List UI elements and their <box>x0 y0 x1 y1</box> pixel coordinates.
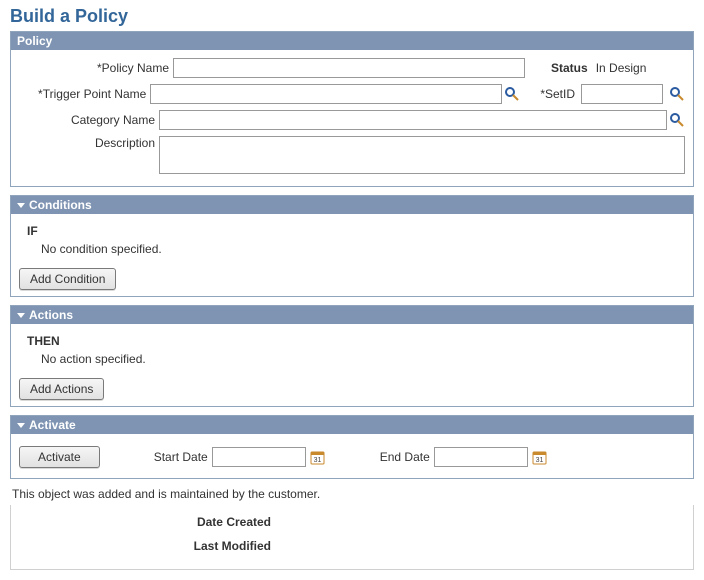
section-activate: Activate Activate Start Date 31 End Date… <box>10 415 694 479</box>
lookup-icon[interactable] <box>504 86 520 102</box>
footnote-text: This object was added and is maintained … <box>12 487 694 501</box>
section-header-actions-label: Actions <box>29 308 73 322</box>
section-header-conditions[interactable]: Conditions <box>11 196 693 214</box>
section-header-policy-label: Policy <box>17 34 52 48</box>
setid-label: *SetID <box>540 87 575 101</box>
date-created-label: Date Created <box>11 515 271 529</box>
policy-name-input[interactable] <box>173 58 525 78</box>
start-date-label: Start Date <box>154 450 208 464</box>
actions-empty-msg: No action specified. <box>41 352 685 366</box>
collapse-icon <box>17 313 25 318</box>
section-body-policy: *Policy Name Status In Design *Trigger P… <box>11 50 693 186</box>
section-header-activate[interactable]: Activate <box>11 416 693 434</box>
trigger-point-label: *Trigger Point Name <box>19 87 150 101</box>
activate-button[interactable]: Activate <box>19 446 100 468</box>
trigger-point-input[interactable] <box>150 84 502 104</box>
svg-text:31: 31 <box>314 457 322 464</box>
last-modified-label: Last Modified <box>11 539 271 553</box>
page-title: Build a Policy <box>10 6 694 27</box>
section-header-activate-label: Activate <box>29 418 76 432</box>
category-label: Category Name <box>19 113 159 127</box>
meta-block: Date Created Last Modified <box>10 505 694 570</box>
category-input[interactable] <box>159 110 667 130</box>
status-value: In Design <box>596 61 647 75</box>
section-conditions: Conditions IF No condition specified. Ad… <box>10 195 694 297</box>
section-header-conditions-label: Conditions <box>29 198 92 212</box>
conditions-if-label: IF <box>27 224 685 238</box>
lookup-icon[interactable] <box>669 86 685 102</box>
policy-name-label: *Policy Name <box>19 61 173 75</box>
description-label: Description <box>19 136 159 150</box>
conditions-empty-msg: No condition specified. <box>41 242 685 256</box>
collapse-icon <box>17 423 25 428</box>
description-input[interactable] <box>159 136 685 174</box>
calendar-icon[interactable]: 31 <box>310 449 326 465</box>
collapse-icon <box>17 203 25 208</box>
end-date-label: End Date <box>380 450 430 464</box>
section-header-actions[interactable]: Actions <box>11 306 693 324</box>
setid-input[interactable] <box>581 84 663 104</box>
calendar-icon[interactable]: 31 <box>532 449 548 465</box>
section-header-policy: Policy <box>11 32 693 50</box>
add-actions-button[interactable]: Add Actions <box>19 378 104 400</box>
svg-text:31: 31 <box>536 457 544 464</box>
section-actions: Actions THEN No action specified. Add Ac… <box>10 305 694 407</box>
lookup-icon[interactable] <box>669 112 685 128</box>
end-date-input[interactable] <box>434 447 528 467</box>
status-label: Status <box>551 61 588 75</box>
add-condition-button[interactable]: Add Condition <box>19 268 116 290</box>
start-date-input[interactable] <box>212 447 306 467</box>
actions-then-label: THEN <box>27 334 685 348</box>
section-policy: Policy *Policy Name Status In Design *Tr… <box>10 31 694 187</box>
